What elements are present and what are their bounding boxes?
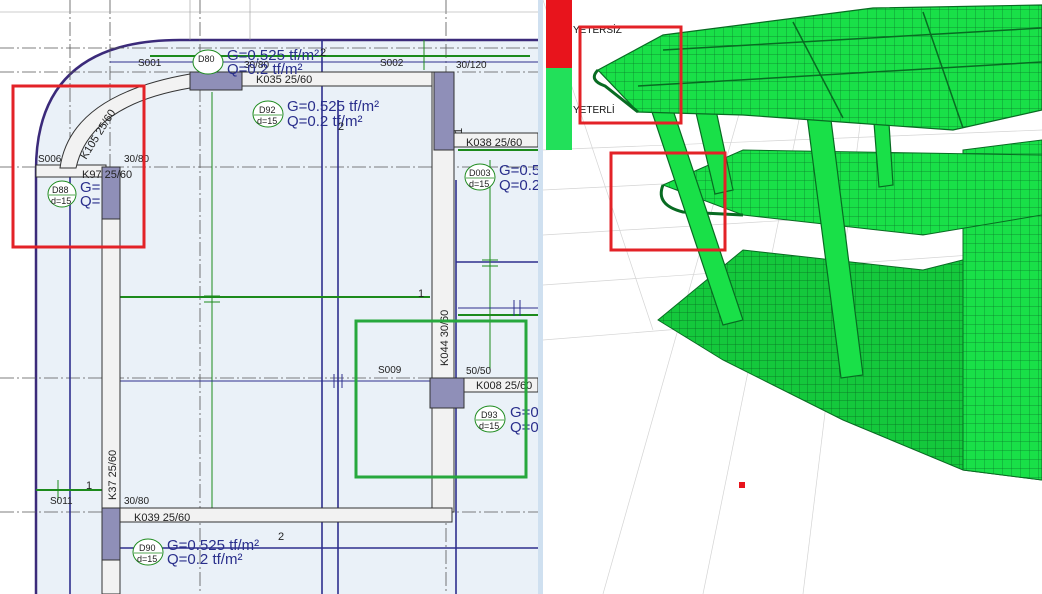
beam-label-k039: K039 25/60: [134, 512, 190, 524]
mark-1a: 1: [418, 288, 424, 300]
svg-text:D92: D92: [259, 105, 276, 115]
mark-2c: 2: [278, 531, 284, 543]
svg-text:Q=0.2 tf/m²: Q=0.2 tf/m²: [167, 551, 242, 568]
svg-text:D88: D88: [52, 185, 69, 195]
svg-text:Q=: Q=: [80, 193, 101, 210]
slab-tag-d90: D90 d=15 G=0.525 tf/m² Q=0.2 tf/m²: [132, 537, 259, 568]
legend-swatch-yetersiz: [546, 0, 572, 68]
svg-text:d=15: d=15: [469, 179, 489, 189]
svg-text:D90: D90: [139, 543, 156, 553]
slab-tag-d003: D003 d=15 G=0.5 Q=0.2: [464, 162, 538, 194]
slab-label-s002: S002: [380, 58, 404, 69]
column-center: [429, 377, 465, 409]
svg-text:D93: D93: [481, 410, 498, 420]
mark-2a: 2: [320, 47, 326, 59]
column-label-center: 50/50: [466, 366, 491, 377]
svg-text:d=15: d=15: [257, 116, 277, 126]
mark-1b: 1: [86, 480, 92, 492]
beam-label-k008: K008 25/60: [476, 380, 532, 392]
svg-text:D80: D80: [198, 54, 215, 64]
svg-text:d=15: d=15: [479, 421, 499, 431]
slab-tag-d80: D80 G=0.525 tf/m² Q=0.2 tf/m²: [192, 47, 319, 78]
svg-text:d=15: d=15: [51, 196, 71, 206]
column-label-bottom-left: 30/80: [124, 496, 149, 507]
svg-text:Q=0.2 tf/m²: Q=0.2 tf/m²: [227, 61, 302, 78]
column-label-top-right: 30/120: [456, 60, 487, 71]
column-bottom-left: [101, 507, 121, 561]
legend-swatch-yeterli: [546, 68, 572, 150]
svg-text:D003: D003: [469, 168, 491, 178]
beam-label-k038: K038 25/60: [466, 137, 522, 149]
beam-label-k044: K044 30/60: [439, 310, 451, 366]
mark-2b: 2: [338, 121, 344, 133]
support-points: [739, 482, 745, 488]
mark-1c: 1: [453, 128, 465, 134]
column-top-right: [433, 71, 455, 151]
slab-label-s001: S001: [138, 58, 162, 69]
slab-tag-d92: D92 d=15 G=0.525 tf/m² Q=0.2 tf/m²: [252, 98, 379, 130]
slab-label-s006: S006: [38, 154, 62, 165]
svg-text:Q=0: Q=0: [510, 419, 538, 436]
svg-text:d=15: d=15: [137, 554, 157, 564]
beam-label-k37: K37 25/60: [107, 450, 119, 500]
column-label-mid-left: 30/80: [124, 154, 149, 165]
svg-text:Q=0.2 tf/m²: Q=0.2 tf/m²: [287, 113, 362, 130]
floor-plan-view[interactable]: S001 S002 S006 S009 S011 K035 25/60 K038…: [0, 0, 538, 594]
slab-label-s011: S011: [50, 496, 73, 507]
svg-text:Q=0.2: Q=0.2: [499, 177, 538, 194]
slab-label-s009: S009: [378, 365, 402, 376]
model-3d-view[interactable]: YETERSİZ YETERLİ: [543, 0, 1042, 594]
